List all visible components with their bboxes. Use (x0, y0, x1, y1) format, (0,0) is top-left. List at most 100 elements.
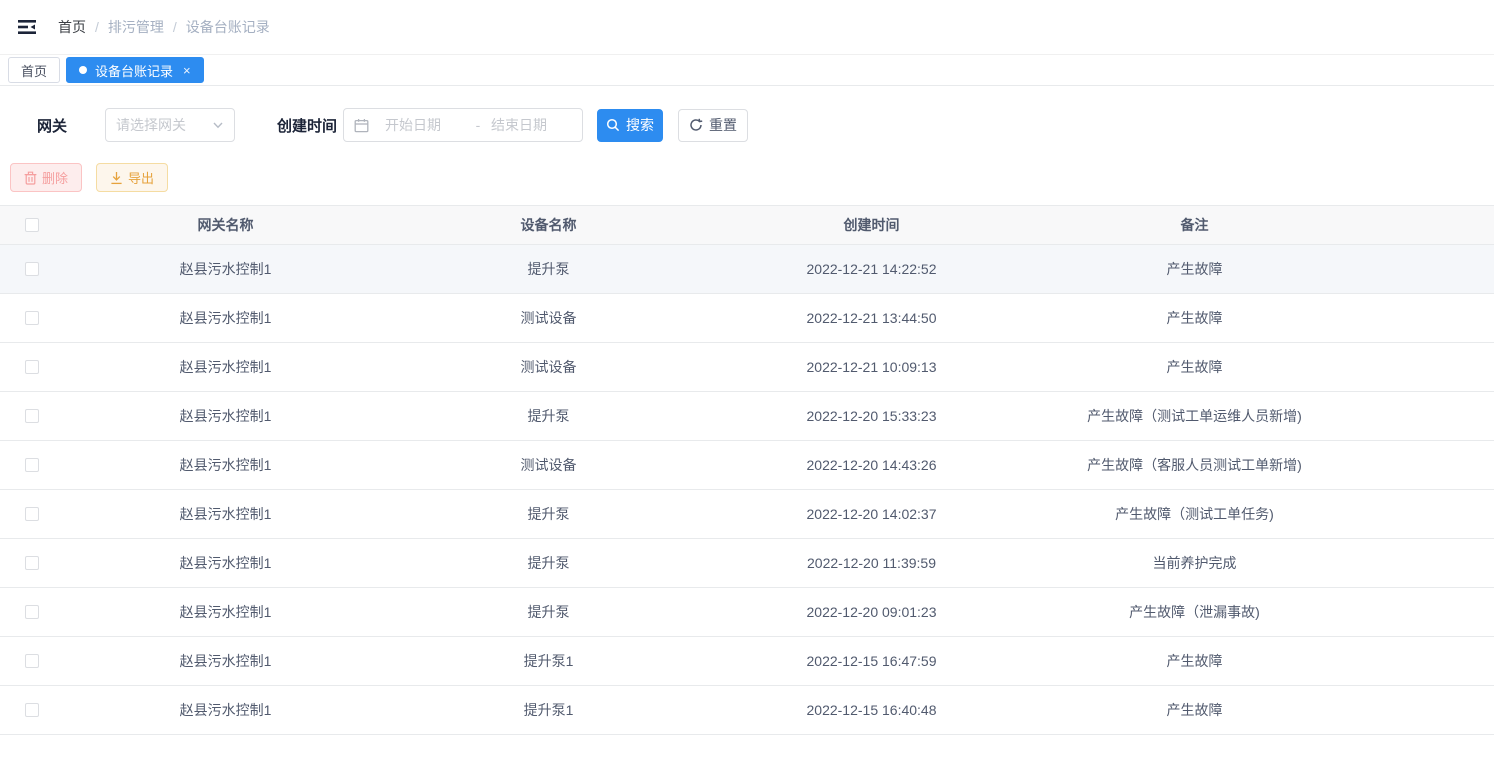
active-dot-icon (79, 66, 87, 74)
cell-remark: 产生故障 (1033, 357, 1356, 377)
refresh-icon (689, 118, 703, 132)
cell-gateway: 赵县污水控制1 (64, 357, 387, 377)
search-button-label: 搜索 (626, 115, 654, 135)
breadcrumb-item-home[interactable]: 首页 (58, 17, 86, 37)
cell-remark: 产生故障（客服人员测试工单新增) (1033, 455, 1356, 475)
cell-created: 2022-12-20 11:39:59 (710, 555, 1033, 571)
row-checkbox-cell (0, 703, 64, 717)
top-bar: 首页 / 排污管理 / 设备台账记录 (0, 0, 1494, 55)
row-checkbox-cell (0, 556, 64, 570)
cell-remark: 产生故障 (1033, 700, 1356, 720)
row-checkbox[interactable] (25, 262, 39, 276)
cell-gateway: 赵县污水控制1 (64, 504, 387, 524)
row-checkbox[interactable] (25, 311, 39, 325)
gateway-select-placeholder: 请选择网关 (116, 115, 186, 135)
cell-created: 2022-12-15 16:47:59 (710, 653, 1033, 669)
table-row[interactable]: 赵县污水控制1 提升泵1 2022-12-15 16:40:48 产生故障 (0, 686, 1494, 735)
row-checkbox-cell (0, 262, 64, 276)
chevron-down-icon (212, 119, 224, 131)
breadcrumb-separator: / (173, 19, 177, 35)
table-row[interactable]: 赵县污水控制1 提升泵 2022-12-20 09:01:23 产生故障（泄漏事… (0, 588, 1494, 637)
cell-created: 2022-12-20 15:33:23 (710, 408, 1033, 424)
row-checkbox[interactable] (25, 458, 39, 472)
cell-device: 提升泵 (387, 553, 710, 573)
date-range-separator: - (465, 117, 491, 133)
cell-device: 测试设备 (387, 455, 710, 475)
export-button[interactable]: 导出 (96, 163, 168, 192)
tab-device-ledger[interactable]: 设备台账记录 × (66, 57, 204, 83)
row-checkbox[interactable] (25, 556, 39, 570)
delete-button-label: 删除 (42, 168, 68, 187)
date-end-input[interactable]: 结束日期 (491, 115, 571, 135)
select-all-checkbox[interactable] (25, 218, 39, 232)
tab-device-ledger-label: 设备台账记录 (95, 61, 173, 80)
cell-remark: 产生故障 (1033, 259, 1356, 279)
row-checkbox[interactable] (25, 507, 39, 521)
row-checkbox-cell (0, 311, 64, 325)
cell-device: 提升泵 (387, 259, 710, 279)
row-checkbox[interactable] (25, 605, 39, 619)
cell-device: 提升泵1 (387, 700, 710, 720)
row-checkbox-cell (0, 409, 64, 423)
cell-gateway: 赵县污水控制1 (64, 602, 387, 622)
table-row[interactable]: 赵县污水控制1 提升泵 2022-12-21 14:22:52 产生故障 (0, 245, 1494, 294)
delete-button[interactable]: 删除 (10, 163, 82, 192)
tab-home[interactable]: 首页 (8, 57, 60, 83)
column-header-device: 设备名称 (387, 215, 710, 235)
cell-gateway: 赵县污水控制1 (64, 700, 387, 720)
table-row[interactable]: 赵县污水控制1 提升泵 2022-12-20 14:02:37 产生故障（测试工… (0, 490, 1494, 539)
column-header-remark: 备注 (1033, 215, 1356, 235)
cell-remark: 产生故障（测试工单运维人员新增) (1033, 406, 1356, 426)
cell-device: 测试设备 (387, 357, 710, 377)
row-checkbox[interactable] (25, 654, 39, 668)
select-all-cell (0, 218, 64, 232)
ledger-table: 网关名称 设备名称 创建时间 备注 赵县污水控制1 提升泵 2022-12-21… (0, 205, 1494, 735)
row-checkbox[interactable] (25, 360, 39, 374)
cell-gateway: 赵县污水控制1 (64, 406, 387, 426)
export-button-label: 导出 (128, 168, 154, 187)
table-body: 赵县污水控制1 提升泵 2022-12-21 14:22:52 产生故障 赵县污… (0, 245, 1494, 735)
cell-created: 2022-12-21 10:09:13 (710, 359, 1033, 375)
table-row[interactable]: 赵县污水控制1 测试设备 2022-12-20 14:43:26 产生故障（客服… (0, 441, 1494, 490)
column-header-created: 创建时间 (710, 215, 1033, 235)
menu-fold-icon[interactable] (16, 16, 38, 38)
row-checkbox[interactable] (25, 703, 39, 717)
row-checkbox-cell (0, 654, 64, 668)
row-checkbox-cell (0, 360, 64, 374)
reset-button-label: 重置 (709, 115, 737, 135)
download-icon (110, 171, 123, 185)
gateway-select[interactable]: 请选择网关 (105, 108, 235, 142)
date-start-input[interactable]: 开始日期 (385, 115, 465, 135)
breadcrumb-separator: / (95, 19, 99, 35)
cell-device: 提升泵 (387, 602, 710, 622)
table-header-row: 网关名称 设备名称 创建时间 备注 (0, 205, 1494, 245)
breadcrumb: 首页 / 排污管理 / 设备台账记录 (58, 17, 270, 37)
cell-remark: 产生故障（泄漏事故) (1033, 602, 1356, 622)
table-row[interactable]: 赵县污水控制1 测试设备 2022-12-21 13:44:50 产生故障 (0, 294, 1494, 343)
trash-icon (24, 171, 37, 185)
cell-remark: 产生故障 (1033, 651, 1356, 671)
search-button[interactable]: 搜索 (597, 109, 663, 142)
breadcrumb-item-drain-management[interactable]: 排污管理 (108, 17, 164, 37)
table-row[interactable]: 赵县污水控制1 提升泵 2022-12-20 15:33:23 产生故障（测试工… (0, 392, 1494, 441)
date-range-picker[interactable]: 开始日期 - 结束日期 (343, 108, 583, 142)
table-row[interactable]: 赵县污水控制1 测试设备 2022-12-21 10:09:13 产生故障 (0, 343, 1494, 392)
tab-strip: 首页 设备台账记录 × (0, 55, 1494, 86)
table-row[interactable]: 赵县污水控制1 提升泵1 2022-12-15 16:47:59 产生故障 (0, 637, 1494, 686)
created-time-label: 创建时间 (277, 115, 343, 136)
table-row[interactable]: 赵县污水控制1 提升泵 2022-12-20 11:39:59 当前养护完成 (0, 539, 1494, 588)
breadcrumb-item-device-ledger: 设备台账记录 (186, 17, 270, 37)
action-bar: 删除 导出 (10, 163, 1494, 192)
row-checkbox-cell (0, 507, 64, 521)
gateway-label: 网关 (37, 115, 85, 136)
row-checkbox-cell (0, 605, 64, 619)
tab-home-label: 首页 (21, 61, 47, 80)
row-checkbox-cell (0, 458, 64, 472)
cell-gateway: 赵县污水控制1 (64, 455, 387, 475)
row-checkbox[interactable] (25, 409, 39, 423)
reset-button[interactable]: 重置 (678, 109, 748, 142)
tab-close-icon[interactable]: × (183, 64, 191, 77)
cell-device: 提升泵1 (387, 651, 710, 671)
cell-remark: 产生故障 (1033, 308, 1356, 328)
cell-device: 提升泵 (387, 504, 710, 524)
